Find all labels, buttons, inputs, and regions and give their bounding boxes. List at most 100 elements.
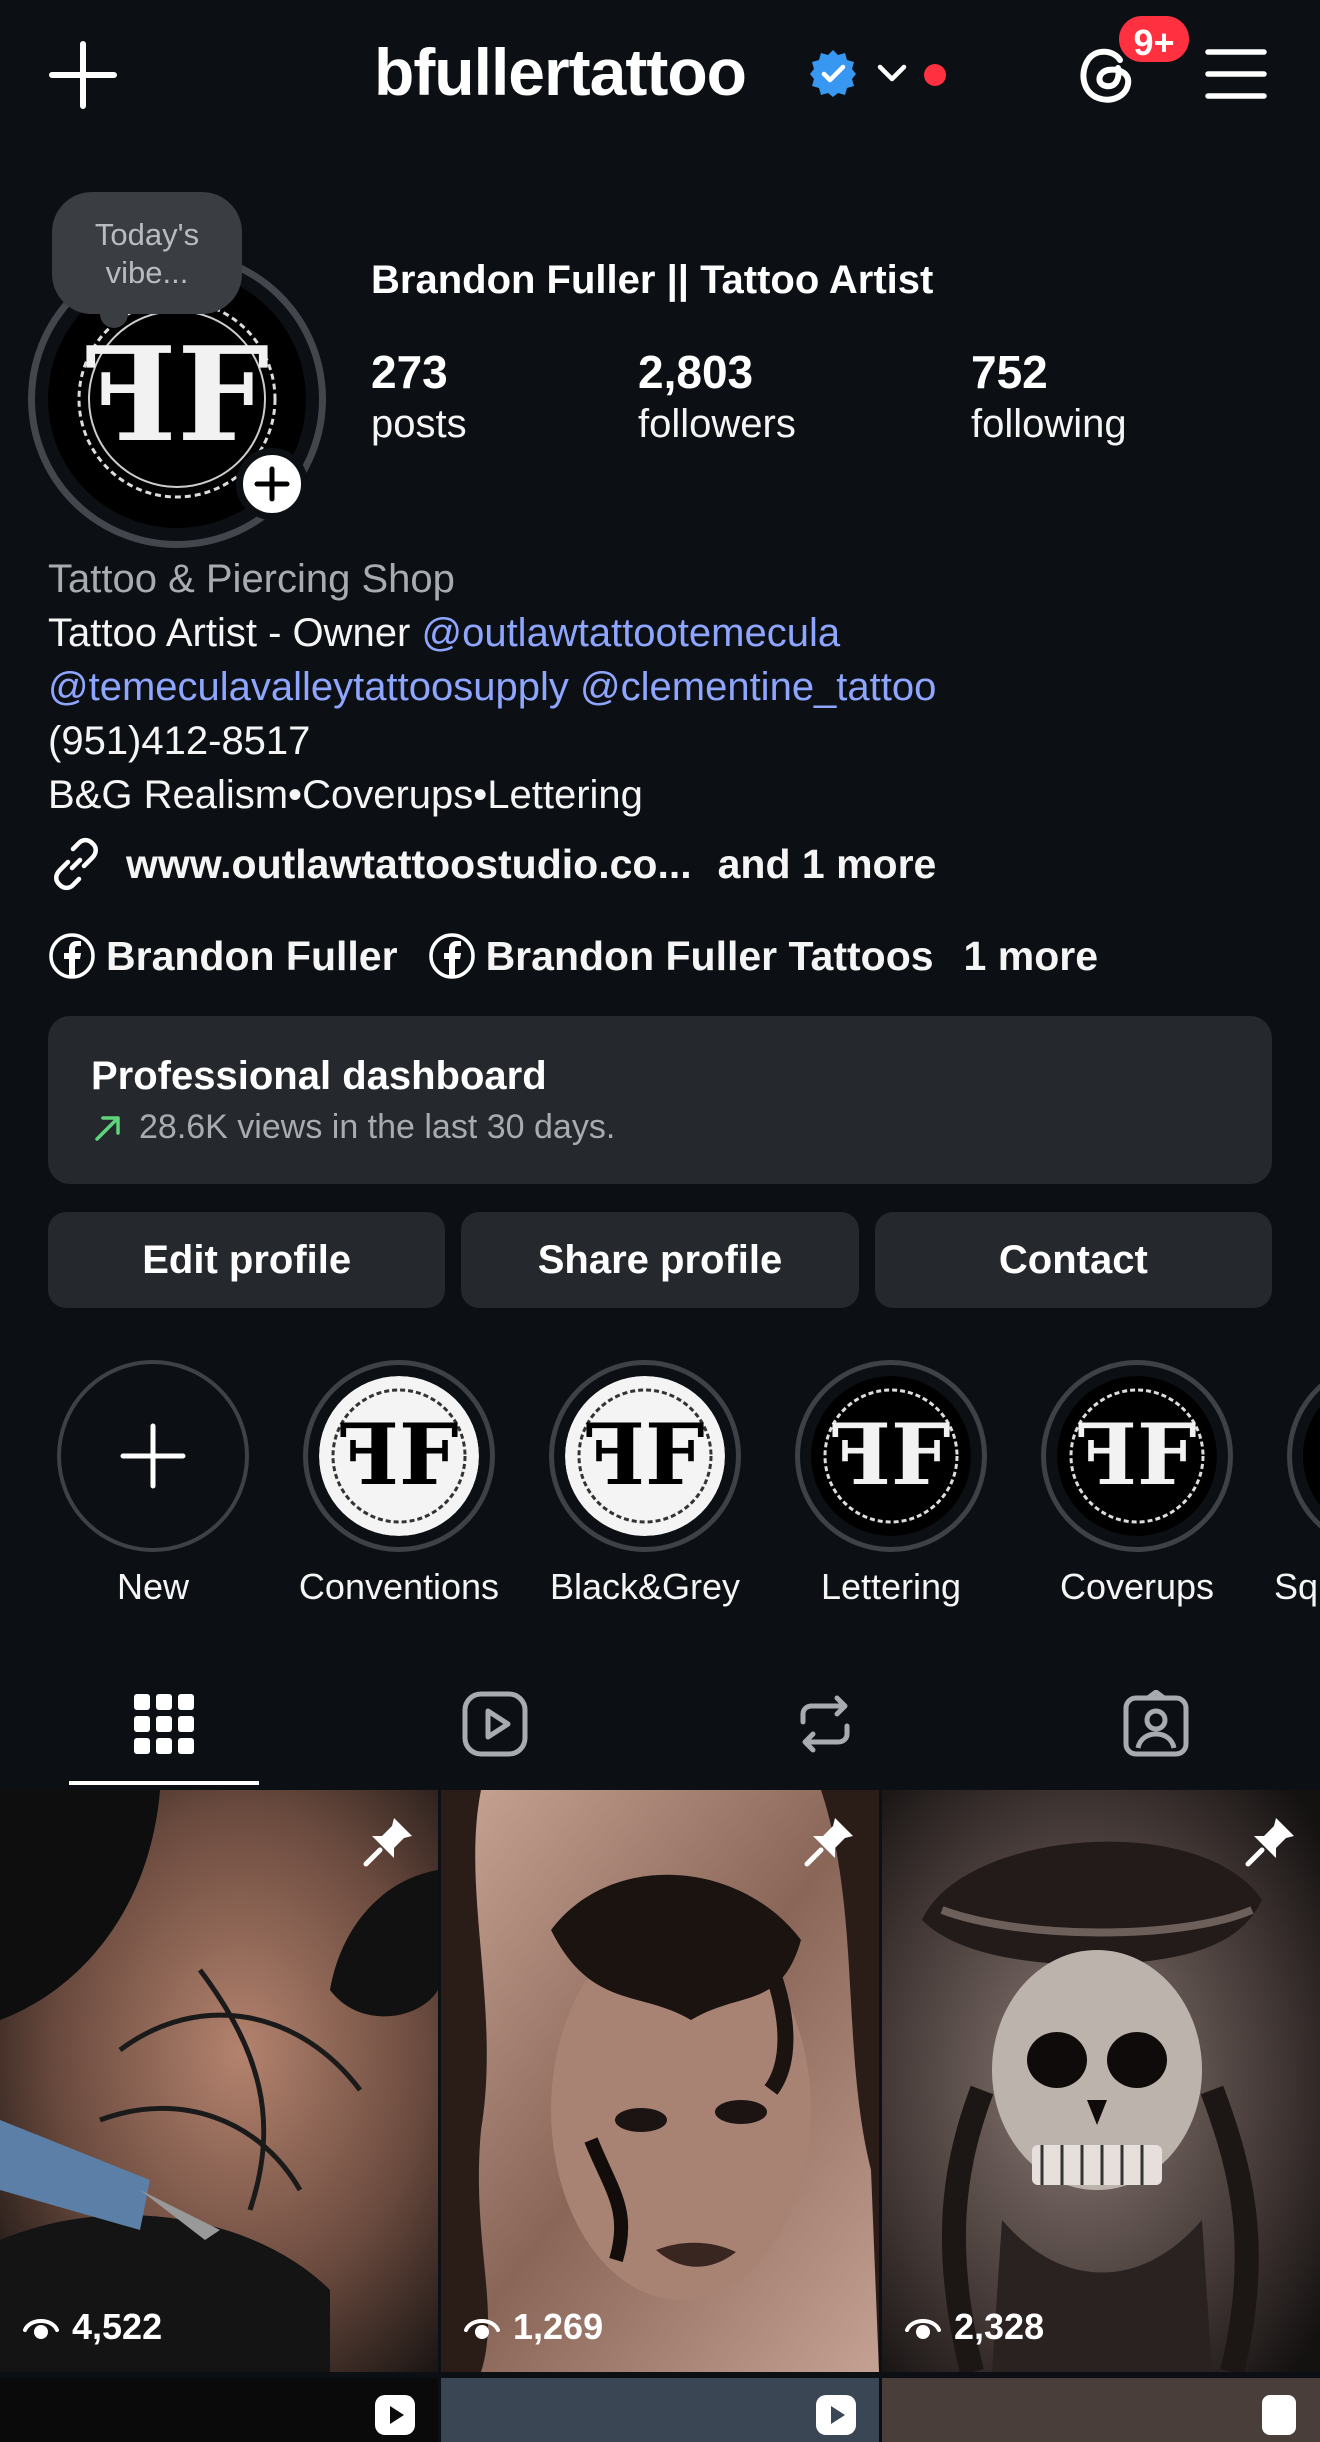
post-image bbox=[441, 1790, 879, 2372]
stat-label: following bbox=[971, 402, 1127, 446]
tab-grid[interactable] bbox=[69, 1680, 259, 1790]
highlight-label: New bbox=[116, 1566, 190, 1607]
dashboard-title: Professional dashboard bbox=[91, 1054, 547, 1098]
bio-line-1: Tattoo Artist - Owner @outlawtattootemec… bbox=[48, 606, 1288, 660]
highlight-coverups[interactable]: ꟻF Coverups bbox=[1014, 1360, 1260, 1608]
menu-icon[interactable] bbox=[1204, 44, 1268, 104]
bio-line-2: @temeculavalleytattoosupply @clementine_… bbox=[48, 660, 1288, 714]
tab-reels[interactable] bbox=[400, 1680, 590, 1790]
svg-text:ꟻF: ꟻF bbox=[339, 1405, 458, 1504]
bio-phone[interactable]: (951)412-8517 bbox=[48, 714, 1288, 768]
mention-link[interactable]: @outlawtattootemecula bbox=[421, 611, 840, 655]
link-icon bbox=[54, 837, 98, 891]
contact-button[interactable]: Contact bbox=[874, 1212, 1272, 1308]
story-highlights: New ꟻF Conventions ꟻF Black&Grey ꟻF Lett… bbox=[0, 1360, 1320, 1620]
highlight-black-grey[interactable]: ꟻF Black&Grey bbox=[522, 1360, 768, 1608]
post-tile[interactable]: 4,522 bbox=[0, 1790, 438, 2372]
post-tile[interactable]: 2,328 bbox=[882, 1790, 1320, 2372]
posts-grid: 4,522 1,269 2,328 bbox=[0, 1790, 1320, 2442]
stat-followers[interactable]: 2,803 followers bbox=[638, 344, 796, 448]
view-count-value: 1,269 bbox=[513, 2306, 604, 2347]
facebook-icon bbox=[428, 933, 475, 979]
pinned-icon bbox=[363, 1818, 412, 1867]
tab-reposts[interactable] bbox=[730, 1680, 920, 1790]
facebook-links-more[interactable]: 1 more bbox=[964, 933, 1098, 980]
stat-value: 2,803 bbox=[638, 346, 754, 398]
note-bubble[interactable]: Today's vibe... bbox=[52, 192, 242, 328]
profile-actions: Edit profile Share profile Contact bbox=[48, 1212, 1272, 1308]
dashboard-subtitle: 28.6K views in the last 30 days. bbox=[91, 1108, 615, 1147]
eye-icon bbox=[905, 2319, 941, 2339]
bf-logo-image: ꟻF bbox=[565, 1376, 725, 1536]
profile-username[interactable]: bfullertattoo bbox=[374, 34, 747, 110]
create-post-icon[interactable] bbox=[48, 40, 118, 110]
facebook-link-label: Brandon Fuller Tattoos bbox=[485, 932, 934, 979]
share-profile-button[interactable]: Share profile bbox=[461, 1212, 859, 1308]
highlight-label: Conventions bbox=[298, 1566, 500, 1607]
tab-tagged[interactable] bbox=[1061, 1680, 1251, 1790]
chevron-down-icon[interactable] bbox=[874, 58, 910, 88]
post-tile[interactable]: 1,269 bbox=[441, 1790, 879, 2372]
highlight-cover: ꟻF bbox=[811, 1376, 971, 1536]
view-count-value: 2,328 bbox=[954, 2306, 1045, 2347]
stat-label: followers bbox=[638, 402, 796, 446]
highlight-new[interactable]: New bbox=[30, 1360, 276, 1608]
highlight-ring bbox=[1287, 1360, 1320, 1552]
verified-badge-icon bbox=[810, 50, 856, 97]
highlight-cover bbox=[1303, 1376, 1320, 1536]
threads-notification-badge: 9+ bbox=[1115, 12, 1193, 66]
reel-icon bbox=[816, 2395, 856, 2435]
highlight-label: Lettering bbox=[820, 1566, 962, 1607]
reels-icon bbox=[462, 1691, 528, 1757]
pinned-icon bbox=[1245, 1818, 1294, 1867]
add-story-button[interactable] bbox=[236, 448, 308, 520]
bf-logo-image: ꟻF bbox=[811, 1376, 971, 1536]
highlight-lettering[interactable]: ꟻF Lettering bbox=[768, 1360, 1014, 1608]
svg-text:ꟻF: ꟻF bbox=[585, 1405, 704, 1504]
grid-icon bbox=[134, 1694, 194, 1754]
links-more[interactable]: and 1 more bbox=[718, 841, 937, 888]
facebook-link[interactable]: Brandon Fuller Tattoos bbox=[428, 932, 934, 980]
highlight-label: Coverups bbox=[1059, 1566, 1215, 1607]
highlight-label: Sq bbox=[1274, 1566, 1319, 1607]
post-image bbox=[882, 1790, 1320, 2372]
stat-following[interactable]: 752 following bbox=[971, 344, 1127, 448]
view-count: 2,328 bbox=[904, 2306, 1044, 2348]
professional-dashboard[interactable]: Professional dashboard 28.6K views in th… bbox=[48, 1016, 1272, 1184]
website-link[interactable]: www.outlawtattoostudio.co... bbox=[126, 841, 692, 888]
reel-icon bbox=[375, 2395, 415, 2435]
stat-value: 273 bbox=[371, 346, 448, 398]
svg-text:ꟻF: ꟻF bbox=[831, 1405, 950, 1504]
post-tile[interactable] bbox=[882, 2378, 1320, 2442]
highlight-conventions[interactable]: ꟻF Conventions bbox=[276, 1360, 522, 1608]
post-tile[interactable] bbox=[0, 2378, 438, 2442]
plus-icon bbox=[254, 466, 290, 502]
stat-value: 752 bbox=[971, 346, 1048, 398]
bio: Tattoo & Piercing Shop Tattoo Artist - O… bbox=[48, 552, 1288, 822]
view-count: 1,269 bbox=[463, 2306, 603, 2348]
repost-icon bbox=[800, 1695, 850, 1753]
svg-text:ꟻF: ꟻF bbox=[85, 318, 270, 471]
highlight-ring: ꟻF bbox=[549, 1360, 741, 1552]
facebook-links-row: Brandon Fuller Brandon Fuller Tattoos 1 … bbox=[48, 926, 1098, 986]
highlight-partial[interactable]: Sq bbox=[1260, 1360, 1320, 1608]
bf-logo-image: ꟻF bbox=[1057, 1376, 1217, 1536]
highlight-cover: ꟻF bbox=[319, 1376, 479, 1536]
svg-text:ꟻF: ꟻF bbox=[1077, 1405, 1196, 1504]
highlight-cover: ꟻF bbox=[1057, 1376, 1217, 1536]
website-link-row[interactable]: www.outlawtattoostudio.co... and 1 more bbox=[48, 834, 936, 894]
dashboard-views-text: 28.6K views in the last 30 days. bbox=[139, 1108, 616, 1146]
highlight-ring: ꟻF bbox=[1041, 1360, 1233, 1552]
edit-profile-button[interactable]: Edit profile bbox=[48, 1212, 446, 1308]
highlight-ring: ꟻF bbox=[303, 1360, 495, 1552]
highlight-cover: ꟻF bbox=[565, 1376, 725, 1536]
post-tile[interactable] bbox=[441, 2378, 879, 2442]
view-count-value: 4,522 bbox=[72, 2306, 163, 2347]
mention-link[interactable]: @temeculavalleytattoosupply bbox=[48, 665, 569, 709]
highlight-label: Black&Grey bbox=[549, 1566, 741, 1607]
mention-link[interactable]: @clementine_tattoo bbox=[580, 665, 936, 709]
facebook-link[interactable]: Brandon Fuller bbox=[48, 932, 398, 980]
plus-icon bbox=[120, 1423, 186, 1489]
stat-posts[interactable]: 273 posts bbox=[371, 344, 467, 448]
bio-category: Tattoo & Piercing Shop bbox=[48, 557, 455, 601]
